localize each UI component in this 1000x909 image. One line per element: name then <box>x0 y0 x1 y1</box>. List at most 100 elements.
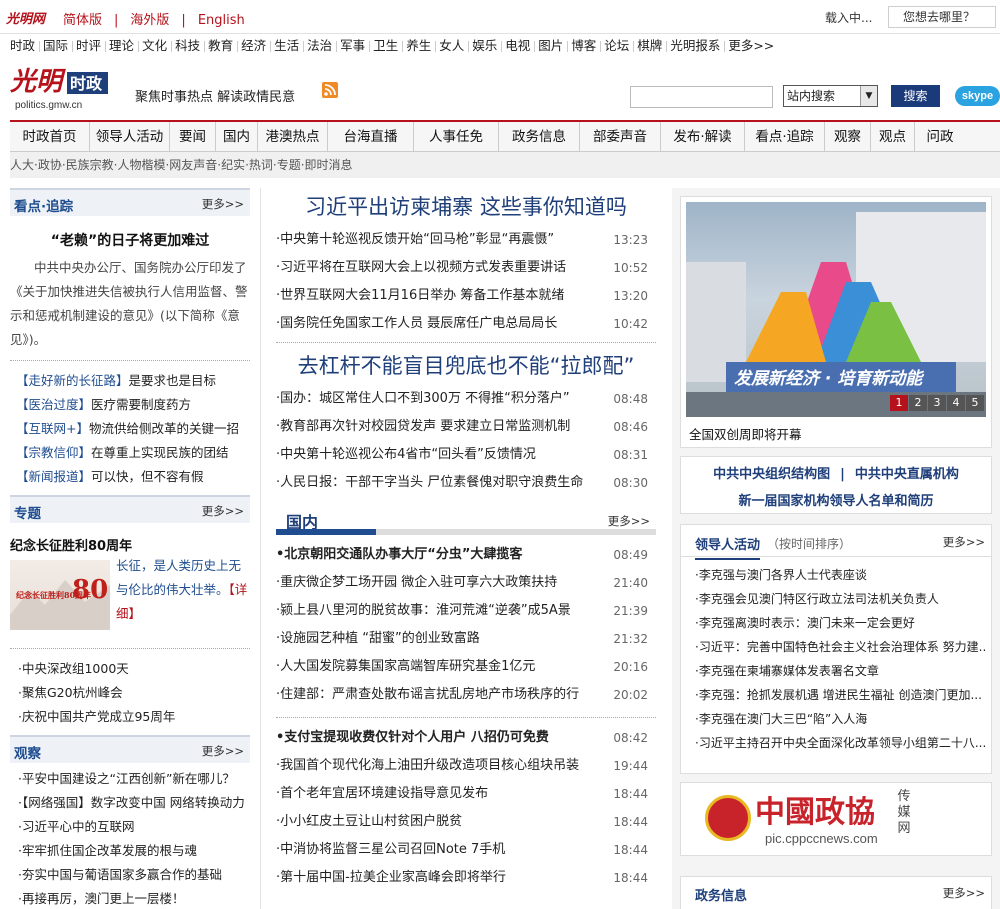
list-item[interactable]: ·庆祝中国共产党成立95周年 <box>18 705 250 729</box>
channel-link[interactable]: 电视 <box>501 34 534 58</box>
news-row[interactable]: ·中央第十轮巡视反馈开始“回马枪”彰显“再震慑” 13:23 <box>276 226 656 254</box>
news-title[interactable]: ·教育部再次针对校园贷发声 要求建立日常监测机制 <box>276 413 611 441</box>
news-row[interactable]: ·颍上县八里河的脱贫故事：淮河荒滩“逆袭”成5A景 21:39 <box>276 597 656 625</box>
item-text[interactable]: 医疗需要制度药方 <box>91 397 191 412</box>
list-item[interactable]: ·夯实中国与葡语国家多赢合作的基础 <box>18 863 250 887</box>
list-item[interactable]: ·习近平主持召开中央全面深化改革领导小组第二十八... <box>695 731 985 755</box>
news-title[interactable]: ·国务院任免国家工作人员 聂辰席任广电总局局长 <box>276 310 611 338</box>
top-headline-1[interactable]: 习近平出访柬埔寨 这些事你知道吗 <box>276 188 656 226</box>
channel-link[interactable]: 时评 <box>72 34 105 58</box>
news-title[interactable]: ·首个老年宜居环境建设指导意见发布 <box>276 780 611 808</box>
channel-link[interactable]: 生活 <box>270 34 303 58</box>
org-links-row-2[interactable]: 新一届国家机构领导人名单和简历 <box>681 490 991 509</box>
more-link[interactable]: 更多>> <box>943 534 985 550</box>
list-item[interactable]: ·牢牢抓住国企改革发展的根与魂 <box>18 839 250 863</box>
item-tag[interactable]: 【新闻报道】 <box>16 469 91 484</box>
news-row[interactable]: ·人民日报：干部干字当头 尸位素餐傀对职守浪费生命 08:30 <box>276 469 656 497</box>
news-title[interactable]: ·我国首个现代化海上油田升级改造项目核心组块吊装 <box>276 752 611 780</box>
list-item[interactable]: ·李克强与澳门各界人士代表座谈 <box>695 563 985 587</box>
news-row[interactable]: ·我国首个现代化海上油田升级改造项目核心组块吊装 19:44 <box>276 752 656 780</box>
channel-link[interactable]: 论坛 <box>600 34 633 58</box>
org-structure-link[interactable]: 中共中央组织结构图 <box>713 467 830 482</box>
news-title[interactable]: ·国办：城区常住人口不到300万 不得推“积分落户” <box>276 385 611 413</box>
more-link[interactable]: 更多>> <box>943 885 985 901</box>
lang-english-link[interactable]: English <box>198 13 245 28</box>
nav-item[interactable]: 台海直播 <box>328 122 414 152</box>
news-title[interactable]: ·中消协将监督三星公司召回Note 7手机 <box>276 836 611 864</box>
gmw-small-logo[interactable]: 光明网 <box>4 8 48 28</box>
channel-link[interactable]: 光明报系 <box>666 34 724 58</box>
list-item[interactable]: ·李克强在柬埔寨媒体发表署名文章 <box>695 659 985 683</box>
site-search-input[interactable] <box>630 86 773 108</box>
news-row[interactable]: ·中央第十轮巡视公布4省市“回头看”反馈情况 08:31 <box>276 441 656 469</box>
news-row[interactable]: ·习近平将在互联网大会上以视频方式发表重要讲话 10:52 <box>276 254 656 282</box>
news-row[interactable]: ·教育部再次针对校园贷发声 要求建立日常监测机制 08:46 <box>276 413 656 441</box>
nav-item[interactable]: 人事任免 <box>414 122 499 152</box>
nav-item[interactable]: 时政首页 <box>10 122 90 152</box>
list-item[interactable]: ·中央深改组1000天 <box>18 657 250 681</box>
channel-link[interactable]: 卫生 <box>369 34 402 58</box>
channel-link[interactable]: 理论 <box>105 34 138 58</box>
news-title[interactable]: ·世界互联网大会11月16日举办 筹备工作基本就绪 <box>276 282 611 310</box>
news-title[interactable]: ·习近平将在互联网大会上以视频方式发表重要讲话 <box>276 254 611 282</box>
list-item[interactable]: ·习近平：完善中国特色社会主义社会治理体系 努力建... <box>695 635 985 659</box>
news-row[interactable]: ·设施园艺种植 “甜蜜”的创业致富路 21:32 <box>276 625 656 653</box>
lang-simplified-link[interactable]: 简体版 <box>63 9 102 28</box>
more-link[interactable]: 更多>> <box>202 503 244 519</box>
item-text[interactable]: 在尊重上实现民族的团结 <box>91 445 229 460</box>
nav-item[interactable]: 要闻 <box>170 122 216 152</box>
news-title[interactable]: ·中央第十轮巡视公布4省市“回头看”反馈情况 <box>276 441 611 469</box>
news-row[interactable]: ·国办：城区常住人口不到300万 不得推“积分落户” 08:48 <box>276 385 656 413</box>
list-item[interactable]: 【医治过度】医疗需要制度药方 <box>16 393 250 417</box>
nav-item[interactable]: 看点·追踪 <box>745 122 825 152</box>
pager-dot[interactable]: 5 <box>966 395 984 411</box>
pager-dot[interactable]: 3 <box>928 395 946 411</box>
list-item[interactable]: ·李克强离澳时表示：澳门未来一定会更好 <box>695 611 985 635</box>
item-text[interactable]: 是要求也是目标 <box>129 373 217 388</box>
news-title[interactable]: ·住建部：严肃查处散布谣言扰乱房地产市场秩序的行 <box>276 681 611 709</box>
channel-more-link[interactable]: 更多>> <box>724 34 778 58</box>
item-text[interactable]: 物流供给侧改革的关键一招 <box>89 421 239 436</box>
pager-dot[interactable]: 2 <box>909 395 927 411</box>
more-link[interactable]: 更多>> <box>608 513 650 529</box>
news-title[interactable]: ·人民日报：干部干字当头 尸位素餐傀对职守浪费生命 <box>276 469 611 497</box>
item-tag[interactable]: 【医治过度】 <box>16 397 91 412</box>
news-title[interactable]: ·颍上县八里河的脱贫故事：淮河荒滩“逆袭”成5A景 <box>276 597 611 625</box>
gov-info-title[interactable]: 政务信息 <box>695 885 747 904</box>
news-row[interactable]: ·第十届中国-拉美企业家高峰会即将举行 18:44 <box>276 864 656 892</box>
item-tag[interactable]: 【走好新的长征路】 <box>16 373 129 388</box>
box-title[interactable]: 观察 <box>14 742 41 762</box>
list-item[interactable]: ·再接再厉，澳门更上一层楼！ <box>18 887 250 909</box>
direct-agencies-link[interactable]: 中共中央直属机构 <box>855 467 959 482</box>
news-row[interactable]: ·小小红皮土豆让山村贫困户脱贫 18:44 <box>276 808 656 836</box>
more-link[interactable]: 更多>> <box>202 743 244 759</box>
lead-headline[interactable]: “老赖”的日子将更加难过 <box>10 230 250 250</box>
list-item[interactable]: ·平安中国建设之“江西创新”新在哪儿？ <box>18 767 250 791</box>
lang-overseas-link[interactable]: 海外版 <box>130 9 169 28</box>
nav-item[interactable]: 发布·解读 <box>661 122 745 152</box>
channel-link[interactable]: 女人 <box>435 34 468 58</box>
news-row[interactable]: ·国务院任免国家工作人员 聂辰席任广电总局局长 10:42 <box>276 310 656 338</box>
channel-link[interactable]: 图片 <box>534 34 567 58</box>
nav-item[interactable]: 领导人活动 <box>90 122 170 152</box>
news-title[interactable]: •北京朝阳交通队办事大厅“分虫”大肆揽客 <box>276 541 611 569</box>
leaders-title[interactable]: 领导人活动 <box>695 534 761 560</box>
list-item[interactable]: 【宗教信仰】在尊重上实现民族的团结 <box>16 441 250 465</box>
news-title[interactable]: ·小小红皮土豆让山村贫困户脱贫 <box>276 808 611 836</box>
news-row[interactable]: ·世界互联网大会11月16日举办 筹备工作基本就绪 13:20 <box>276 282 656 310</box>
nav-item[interactable]: 观察 <box>825 122 871 152</box>
channel-link[interactable]: 军事 <box>336 34 369 58</box>
list-item[interactable]: ·李克强：抢抓发展机遇 增进民生福祉 创造澳门更加... <box>695 683 985 707</box>
nav-item[interactable]: 港澳热点 <box>258 122 328 152</box>
list-item[interactable]: 【互联网+】物流供给侧改革的关键一招 <box>16 417 250 441</box>
news-row[interactable]: ·住建部：严肃查处散布谣言扰乱房地产市场秩序的行 20:02 <box>276 681 656 709</box>
search-scope-select[interactable]: 站内搜索 ▼ <box>783 85 878 107</box>
more-link[interactable]: 更多>> <box>202 196 244 212</box>
guangming-politics-logo[interactable]: 光明 时政 <box>10 62 110 102</box>
box-title[interactable]: 专题 <box>14 502 41 522</box>
nav-item[interactable]: 部委声音 <box>580 122 661 152</box>
feature-text[interactable]: 长征，是人类历史上无与伦比的伟大壮举。 <box>116 558 241 597</box>
sub-nav[interactable]: 人大·政协·民族宗教·人物楷模·网友声音·纪实·热词·专题·即时消息 <box>10 152 1000 178</box>
news-title[interactable]: ·第十届中国-拉美企业家高峰会即将举行 <box>276 864 611 892</box>
news-title[interactable]: ·重庆微企梦工场开园 微企入驻可享六大政策扶持 <box>276 569 611 597</box>
